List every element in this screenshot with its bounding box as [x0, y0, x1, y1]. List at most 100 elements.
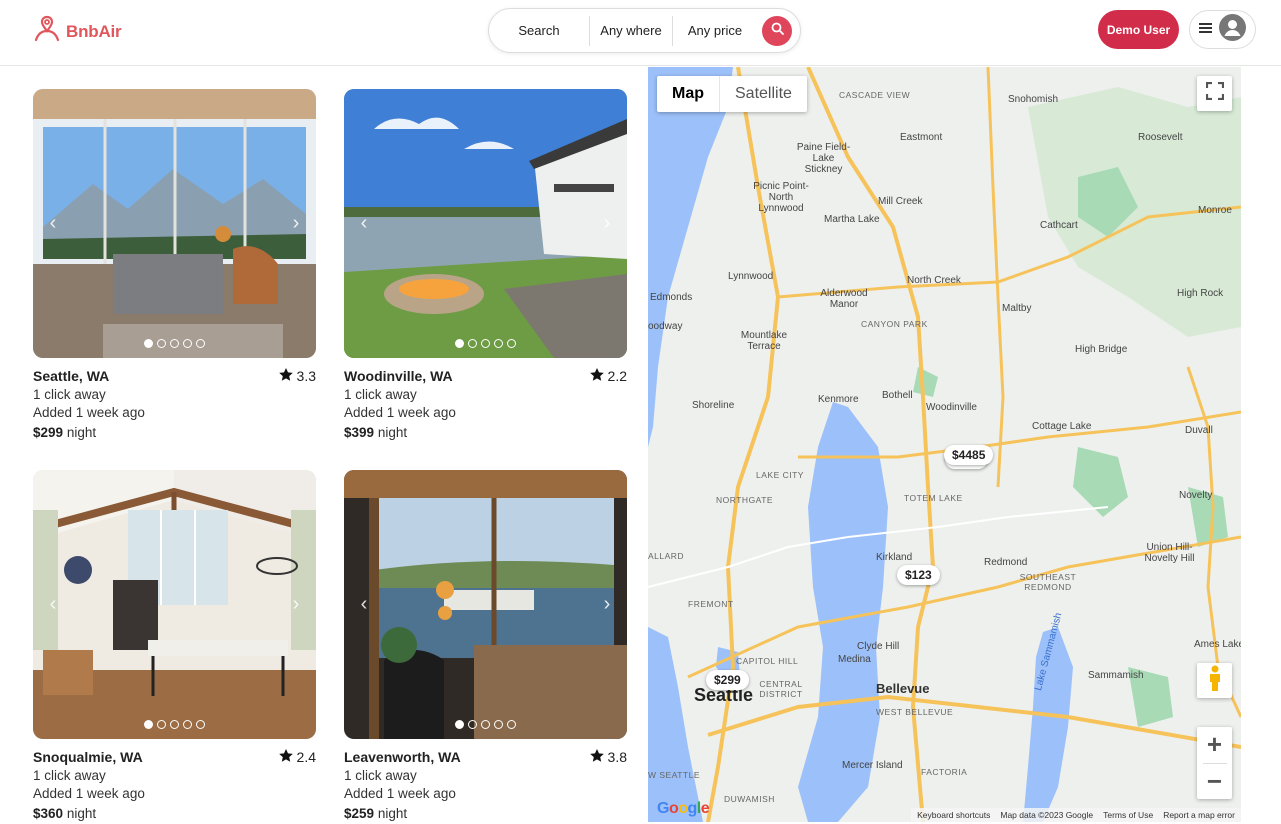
photo-dot[interactable]: [196, 720, 205, 729]
price-unit: night: [377, 806, 408, 821]
star-icon: [278, 368, 293, 384]
listing-distance: 1 click away: [344, 387, 417, 402]
map-label-southeast-redmond: SOUTHEAST REDMOND: [1019, 572, 1077, 592]
photo-dot[interactable]: [455, 339, 464, 348]
waterview-photo: [344, 470, 627, 739]
map-label-woodway: oodway: [648, 321, 683, 332]
photo-dot[interactable]: [481, 720, 490, 729]
listing-photo[interactable]: ‹ ›: [344, 89, 627, 358]
rating-value: 2.2: [607, 368, 627, 384]
search-bar[interactable]: Search Any where Any price: [488, 8, 801, 53]
map-label-lynnwood: Lynnwood: [728, 271, 774, 282]
prev-photo-arrow[interactable]: ‹: [354, 213, 374, 233]
search-icon: [771, 22, 784, 40]
map-label-lake-city: LAKE CITY: [756, 470, 804, 480]
listing-card[interactable]: ‹ › Woodinville, WA 2.2 1 click away Add…: [344, 89, 627, 440]
listing-added: Added 1 week ago: [33, 786, 145, 801]
interior-photo: [33, 89, 316, 358]
user-menu-button[interactable]: [1189, 10, 1256, 49]
brand-logo[interactable]: BnbAir: [32, 14, 122, 49]
listing-photo[interactable]: ‹ ›: [33, 89, 316, 358]
listing-card[interactable]: ‹ › Snoqualmie, WA 2.4 1 click away Adde…: [33, 470, 316, 821]
map-label-roosevelt: Roosevelt: [1138, 132, 1183, 143]
listing-photo[interactable]: ‹ ›: [33, 470, 316, 739]
star-icon: [278, 749, 293, 765]
photo-dot[interactable]: [196, 339, 205, 348]
photo-dot[interactable]: [170, 720, 179, 729]
terms-link[interactable]: Terms of Use: [1103, 810, 1153, 820]
map-label-ballard: ALLARD: [648, 551, 685, 561]
fullscreen-button[interactable]: [1197, 76, 1232, 111]
listing-added: Added 1 week ago: [33, 405, 145, 420]
demo-user-button[interactable]: Demo User: [1098, 10, 1179, 49]
rating-value: 3.3: [296, 368, 316, 384]
prev-photo-arrow[interactable]: ‹: [43, 213, 63, 233]
map-label-shoreline: Shoreline: [692, 400, 735, 411]
listings-map[interactable]: Seattle Bellevue Kirkland Redmond Bothel…: [648, 67, 1241, 822]
map-price-marker[interactable]: $123: [897, 565, 940, 585]
price-value: $259: [344, 806, 375, 821]
map-label-monroe: Monroe: [1198, 205, 1232, 216]
satellite-view-button[interactable]: Satellite: [720, 76, 807, 112]
photo-dot[interactable]: [468, 720, 477, 729]
price-unit: night: [66, 425, 97, 440]
map-attribution: Keyboard shortcuts Map data ©2023 Google…: [911, 808, 1241, 822]
map-label-north-creek: North Creek: [907, 275, 961, 286]
map-view-button[interactable]: Map: [657, 76, 720, 112]
map-label-fremont: FREMONT: [688, 599, 734, 609]
listing-distance: 1 click away: [344, 768, 417, 783]
photo-dot[interactable]: [144, 720, 153, 729]
zoom-in-button[interactable]: +: [1197, 727, 1232, 763]
photo-dot[interactable]: [183, 720, 192, 729]
map-label-high-bridge: High Bridge: [1075, 344, 1128, 355]
map-label-west-bellevue: WEST BELLEVUE: [876, 707, 954, 717]
photo-dot[interactable]: [170, 339, 179, 348]
photo-dot[interactable]: [507, 339, 516, 348]
next-photo-arrow[interactable]: ›: [597, 594, 617, 614]
next-photo-arrow[interactable]: ›: [286, 594, 306, 614]
listing-card[interactable]: ‹ › Leavenworth, WA 3.8 1 click away Add…: [344, 470, 627, 821]
map-label-novelty: Novelty: [1179, 490, 1213, 501]
map-label-sammamish: Sammamish: [1088, 670, 1144, 681]
listing-photo[interactable]: ‹ ›: [344, 470, 627, 739]
search-field[interactable]: Search: [489, 16, 589, 46]
photo-dot[interactable]: [494, 720, 503, 729]
listing-distance: 1 click away: [33, 768, 106, 783]
keyboard-shortcuts-link[interactable]: Keyboard shortcuts: [917, 810, 990, 820]
rating-value: 2.4: [296, 749, 316, 765]
zoom-controls: + −: [1197, 727, 1232, 799]
map-label-mercer-island: Mercer Island: [842, 760, 903, 771]
prev-photo-arrow[interactable]: ‹: [43, 594, 63, 614]
photo-dot[interactable]: [507, 720, 516, 729]
photo-dot[interactable]: [494, 339, 503, 348]
prev-photo-arrow[interactable]: ‹: [354, 594, 374, 614]
zoom-out-button[interactable]: −: [1197, 763, 1232, 799]
price-unit: night: [377, 425, 408, 440]
map-label-maltby: Maltby: [1002, 303, 1032, 314]
listing-city: Leavenworth, WA: [344, 749, 461, 765]
photo-dot[interactable]: [481, 339, 490, 348]
price-filter[interactable]: Any price: [672, 15, 757, 46]
listing-distance: 1 click away: [33, 387, 106, 402]
search-button[interactable]: [762, 16, 792, 46]
photo-dot[interactable]: [157, 339, 166, 348]
location-filter[interactable]: Any where: [589, 15, 672, 46]
street-view-button[interactable]: [1197, 663, 1232, 698]
listing-rating: 3.8: [589, 749, 627, 765]
map-label-central-district: CENTRAL DISTRICT: [759, 679, 803, 699]
photo-dot[interactable]: [468, 339, 477, 348]
listing-card[interactable]: ‹ › Seattle, WA 3.3 1 click away Added 1…: [33, 89, 316, 440]
next-photo-arrow[interactable]: ›: [286, 213, 306, 233]
map-label-kenmore: Kenmore: [818, 394, 859, 405]
map-label-medina: Medina: [838, 654, 871, 665]
map-price-marker[interactable]: $4485: [944, 445, 994, 465]
photo-dot[interactable]: [157, 720, 166, 729]
report-error-link[interactable]: Report a map error: [1163, 810, 1235, 820]
map-price-marker[interactable]: $299: [706, 670, 749, 690]
photo-dot[interactable]: [183, 339, 192, 348]
map-label-west-seattle: W SEATTLE: [648, 770, 701, 780]
map-label-woodinville: Woodinville: [926, 402, 977, 413]
next-photo-arrow[interactable]: ›: [597, 213, 617, 233]
photo-dot[interactable]: [455, 720, 464, 729]
photo-dot[interactable]: [144, 339, 153, 348]
